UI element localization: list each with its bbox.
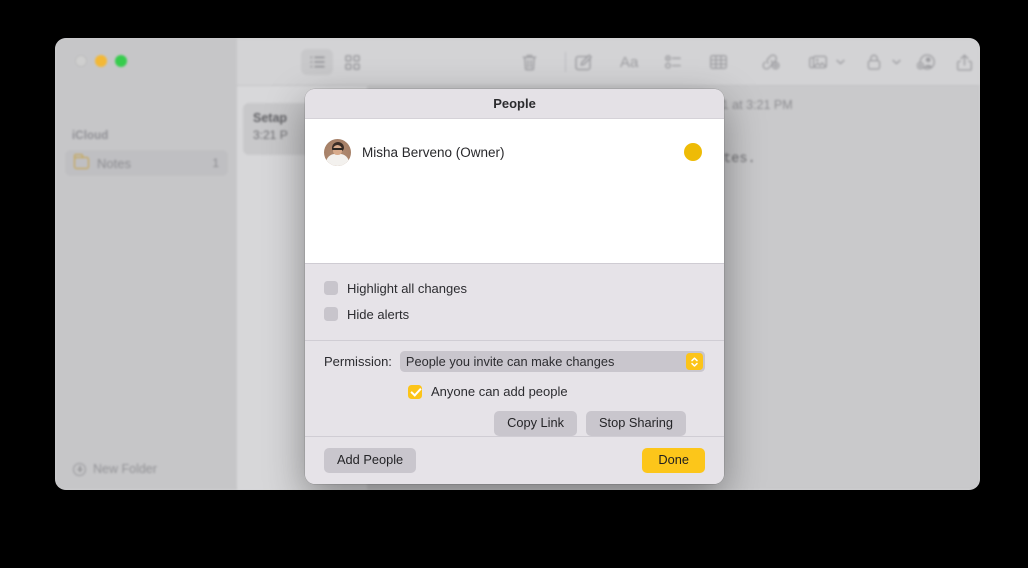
people-list[interactable]: Misha Berveno (Owner)	[305, 118, 724, 264]
done-button[interactable]: Done	[642, 448, 705, 473]
link-icon[interactable]	[761, 50, 780, 74]
permission-block: Permission: People you invite can make c…	[305, 341, 724, 448]
close-window-button[interactable]	[75, 55, 87, 67]
permission-label: Permission:	[324, 354, 392, 369]
compose-icon[interactable]	[575, 50, 592, 74]
list-view-icon[interactable]	[301, 49, 333, 75]
format-text-icon[interactable]: Aa	[620, 50, 638, 74]
new-folder-label: New Folder	[93, 462, 157, 476]
sidebar-item-label: Notes	[97, 155, 131, 171]
toolbar-divider	[565, 52, 566, 72]
permission-select[interactable]: People you invite can make changes	[399, 351, 705, 372]
minimize-window-button[interactable]	[95, 55, 107, 67]
sidebar-item-notes[interactable]: Notes 1	[65, 150, 228, 176]
format-text-label: Aa	[620, 53, 639, 71]
app-toolbar: Aa	[237, 38, 980, 86]
table-icon[interactable]	[710, 50, 727, 74]
anyone-can-add-row[interactable]: Anyone can add people	[324, 372, 705, 399]
lock-chevron-down-icon[interactable]	[892, 50, 901, 74]
copy-link-button[interactable]: Copy Link	[494, 411, 577, 436]
options-block: Highlight all changes Hide alerts	[305, 264, 724, 340]
person-name: Misha Berveno (Owner)	[362, 144, 505, 160]
add-person-icon[interactable]	[917, 50, 936, 74]
lock-icon[interactable]	[867, 50, 881, 74]
media-icon[interactable]	[809, 50, 828, 74]
window-traffic-lights[interactable]	[75, 55, 127, 67]
person-row[interactable]: Misha Berveno (Owner)	[305, 131, 724, 173]
dialog-footer: Add People Done	[305, 436, 724, 484]
checklist-icon[interactable]	[665, 50, 681, 74]
trash-icon[interactable]	[522, 50, 537, 74]
dialog-title: People	[493, 96, 536, 111]
stop-sharing-button[interactable]: Stop Sharing	[586, 411, 686, 436]
share-icon[interactable]	[957, 50, 972, 74]
dialog-titlebar: People	[305, 89, 724, 118]
hide-alerts-checkbox[interactable]	[324, 307, 338, 321]
status-badge	[684, 143, 702, 161]
new-folder-button[interactable]: New Folder	[65, 458, 165, 480]
highlight-changes-row[interactable]: Highlight all changes	[324, 277, 724, 299]
anyone-can-add-checkbox[interactable]	[408, 384, 422, 399]
hide-alerts-label: Hide alerts	[347, 306, 410, 322]
grid-view-icon[interactable]	[345, 50, 360, 74]
people-share-dialog: People Misha Berveno (Owner) Highlight a…	[305, 89, 724, 484]
highlight-changes-label: Highlight all changes	[347, 280, 467, 296]
chevron-updown-icon[interactable]	[686, 353, 703, 370]
add-people-button[interactable]: Add People	[324, 448, 417, 473]
sidebar-section-header: iCloud	[72, 130, 109, 142]
avatar	[324, 138, 351, 166]
highlight-changes-checkbox[interactable]	[324, 281, 338, 295]
maximize-window-button[interactable]	[115, 55, 127, 67]
anyone-can-add-label: Anyone can add people	[431, 384, 568, 399]
sidebar-item-count: 1	[212, 156, 219, 170]
plus-circle-icon	[73, 462, 86, 476]
permission-row: Permission: People you invite can make c…	[324, 351, 705, 372]
folder-icon	[74, 154, 89, 169]
media-chevron-down-icon[interactable]	[836, 50, 845, 74]
hide-alerts-row[interactable]: Hide alerts	[324, 303, 724, 325]
permission-selected-value: People you invite can make changes	[405, 354, 615, 369]
sidebar: iCloud Notes 1 New Folder	[55, 38, 237, 490]
